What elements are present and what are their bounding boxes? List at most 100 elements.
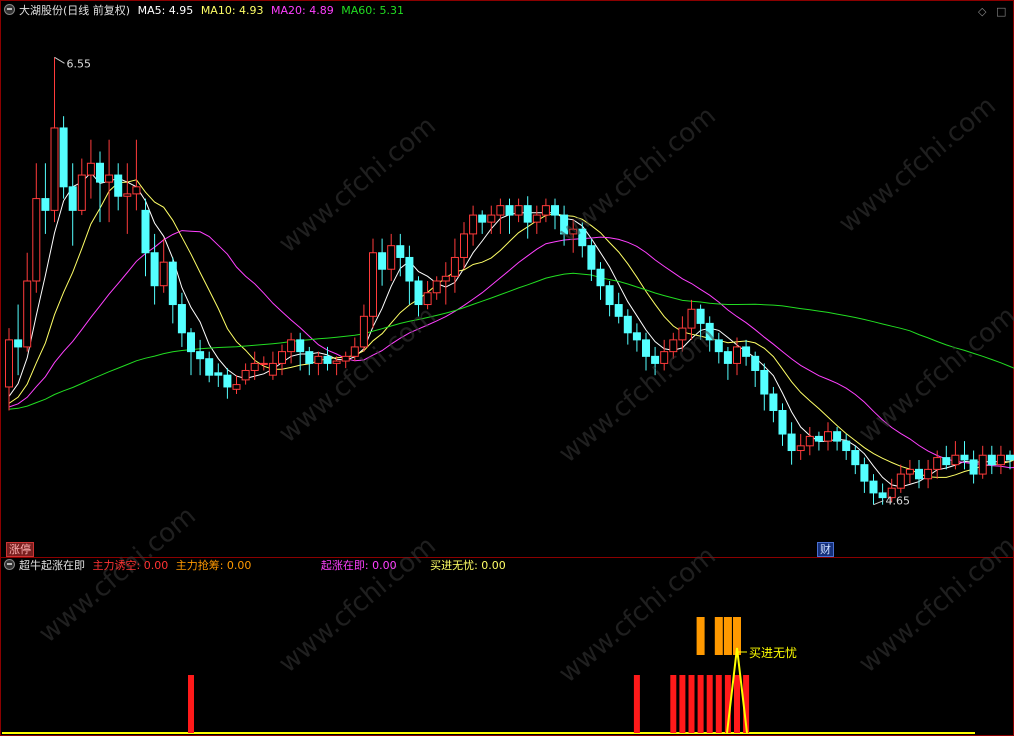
candle-body — [696, 308, 705, 324]
candle-body — [150, 252, 159, 287]
zhuli-youkong-bar — [679, 675, 686, 733]
candle-body — [842, 440, 851, 452]
ma60-legend: MA60: 5.31 — [341, 4, 404, 17]
candle-body — [578, 228, 587, 247]
candle-body — [960, 454, 969, 461]
candle-body — [796, 445, 805, 452]
candle-body — [523, 205, 532, 223]
candle-body — [305, 351, 314, 364]
zhuli-youkong-bar — [670, 675, 677, 733]
candle-body — [441, 275, 450, 282]
candle-body — [250, 362, 259, 371]
candle-body — [23, 280, 32, 348]
candle-body — [41, 198, 50, 211]
candle-body — [114, 174, 123, 197]
candle-body — [105, 174, 114, 183]
candle-body — [714, 339, 723, 353]
candle-body — [996, 454, 1005, 466]
candle-body — [723, 351, 732, 364]
close-square-icon[interactable]: □ — [996, 5, 1006, 18]
indicator-title: 超牛起涨在即 — [19, 559, 85, 572]
candle-body — [605, 285, 614, 306]
zhuli-qiangchou-bar — [723, 617, 732, 655]
candle-body — [469, 214, 478, 235]
zhuli-youkong-bar — [715, 675, 722, 733]
candle-body — [969, 459, 978, 475]
candle-body — [423, 292, 432, 306]
zhuli-youkong-bar — [697, 675, 704, 733]
candle-body — [551, 205, 559, 216]
candle-body — [951, 454, 960, 466]
candle-body — [177, 304, 186, 334]
candle-body — [814, 435, 823, 442]
candle-body — [378, 252, 387, 270]
candle-body — [915, 468, 923, 480]
ma5-line — [8, 171, 1014, 488]
ma5-legend: MA5: 4.95 — [137, 4, 194, 17]
candle-body — [860, 464, 869, 482]
candle-body — [14, 339, 23, 348]
candle-body — [68, 186, 77, 211]
candle-body — [805, 435, 814, 447]
candle-body — [869, 480, 878, 494]
indicator-legend: 超牛起涨在即 主力诱空: 0.00 主力抢筹: 0.00 起涨在即: 0.00 … — [4, 558, 510, 574]
candle-body — [132, 186, 141, 195]
candle-body — [396, 245, 405, 258]
candle-body — [259, 362, 268, 365]
candle-body — [268, 362, 277, 376]
candle-body — [496, 205, 505, 216]
diamond-icon[interactable]: ◇ — [978, 5, 986, 18]
indicator-settings-icon[interactable] — [4, 559, 15, 570]
candle-body — [532, 214, 541, 223]
candle-body — [241, 369, 250, 381]
candle-body — [405, 256, 414, 282]
candle-body — [59, 127, 68, 188]
candle-body — [760, 369, 769, 395]
low-pointer — [873, 500, 884, 506]
candle-body — [978, 454, 987, 475]
candle-body — [214, 372, 223, 376]
candle-body — [487, 214, 496, 223]
maijin-wuyou-legend: 买进无忧: 0.00 — [430, 559, 506, 572]
settings-dot-icon[interactable] — [4, 4, 15, 15]
candlestick-chart[interactable]: 6.55 4.65 买进无忧 — [0, 0, 1014, 736]
ma10-legend: MA10: 4.93 — [200, 4, 264, 17]
candle-body — [359, 315, 368, 348]
zhuli-qiangchou-bar — [714, 617, 723, 655]
zhuli-youkong-legend: 主力诱空: 0.00 — [92, 559, 169, 572]
candle-body — [924, 468, 933, 480]
candle-body — [205, 358, 214, 376]
candle-body — [632, 332, 641, 341]
candle-body — [369, 252, 377, 317]
candle-body — [678, 327, 687, 341]
candle-body — [505, 205, 514, 216]
candle-body — [769, 393, 778, 412]
qizhang-zaiji-legend: 起涨在即: 0.00 — [320, 559, 397, 572]
candle-body — [278, 351, 286, 364]
candle-body — [223, 374, 232, 388]
candle-body — [933, 457, 942, 470]
spike-label: 买进无忧 — [749, 646, 797, 660]
candle-body — [541, 205, 550, 216]
high-price-label: 6.55 — [67, 57, 92, 70]
candle-body — [778, 410, 787, 435]
candle-body — [77, 174, 86, 211]
finance-tag[interactable]: 财 — [817, 542, 834, 557]
candle-body — [460, 233, 468, 258]
candle-body — [787, 433, 796, 452]
candle-body — [232, 384, 241, 390]
candle-body — [141, 209, 150, 254]
limit-up-tag[interactable]: 涨停 — [6, 542, 34, 557]
zhuli-youkong-bar — [633, 675, 640, 733]
candle-body — [942, 457, 951, 466]
zhuli-youkong-bar — [734, 675, 740, 733]
candle-body — [478, 214, 487, 223]
candle-body — [687, 308, 696, 329]
candle-body — [642, 339, 650, 357]
candle-body — [896, 473, 905, 489]
candle-body — [651, 355, 660, 364]
candle-body — [5, 339, 13, 388]
candle-body — [851, 450, 860, 466]
candle-body — [596, 268, 605, 287]
candle-body — [751, 355, 760, 371]
